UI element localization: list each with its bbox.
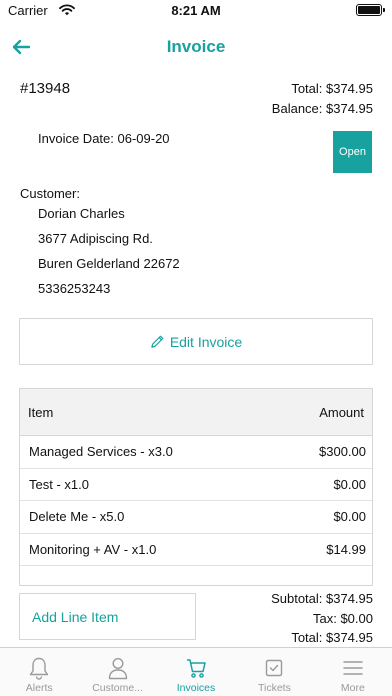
edit-invoice-label: Edit Invoice: [169, 333, 243, 350]
tab-label: Custome...: [92, 682, 143, 694]
tab-invoices[interactable]: Invoices: [157, 648, 235, 696]
item-amount: $0.00: [333, 509, 366, 525]
customer-phone: 5336253243: [38, 281, 111, 296]
summary-tax: Tax: $0.00: [313, 610, 373, 626]
tab-bar: Alerts Custome... Invoices Tickets More: [0, 647, 392, 696]
item-name: Managed Services - x3.0: [29, 444, 173, 460]
battery-icon: [356, 4, 385, 16]
checkbox-icon: [263, 656, 285, 680]
customer-address-line2: Buren Gelderland 22672: [38, 256, 180, 271]
line-items-table: Item Amount Managed Services - x3.0 $300…: [19, 388, 373, 586]
add-line-item-label: Add Line Item: [32, 608, 119, 625]
menu-icon: [342, 656, 364, 680]
column-header-amount: Amount: [319, 404, 364, 420]
tab-label: More: [340, 682, 365, 694]
item-amount: $0.00: [333, 476, 366, 492]
person-icon: [107, 656, 129, 680]
table-row[interactable]: Monitoring + AV - x1.0 $14.99: [20, 534, 372, 566]
table-header: Item Amount: [20, 389, 372, 436]
item-name: Delete Me - x5.0: [29, 509, 125, 525]
summary-total: Total: $374.95: [291, 630, 373, 645]
table-row[interactable]: Test - x1.0 $0.00: [20, 469, 372, 501]
invoice-balance: Balance: $374.95: [271, 101, 373, 116]
pencil-icon: [151, 335, 164, 348]
invoice-date: Invoice Date: 06-09-20: [38, 131, 170, 146]
customer-address-line1: 3677 Adipiscing Rd.: [38, 231, 153, 246]
invoice-status-button[interactable]: Open: [333, 131, 372, 173]
invoice-summary: Subtotal: $374.95 Tax: $0.00 Total: $374…: [271, 589, 373, 648]
summary-subtotal: Subtotal: $374.95: [271, 591, 373, 606]
tab-label: Invoices: [176, 682, 216, 694]
column-header-item: Item: [28, 404, 54, 420]
tab-label: Tickets: [257, 682, 291, 694]
table-row[interactable]: Delete Me - x5.0 $0.00: [20, 501, 372, 534]
add-line-item-button[interactable]: Add Line Item: [19, 593, 196, 640]
customer-label: Customer:: [20, 186, 80, 201]
status-bar: Carrier 8:21 AM: [0, 0, 392, 22]
item-name: Test - x1.0: [29, 476, 89, 492]
invoice-number: #13948: [20, 80, 71, 97]
item-name: Monitoring + AV - x1.0: [29, 541, 157, 557]
page-title: Invoice: [166, 37, 226, 56]
tab-label: Alerts: [25, 682, 53, 694]
table-row[interactable]: Managed Services - x3.0 $300.00: [20, 436, 372, 469]
tab-customers[interactable]: Custome...: [78, 648, 156, 696]
tab-tickets[interactable]: Tickets: [235, 648, 313, 696]
item-amount: $300.00: [319, 444, 366, 460]
status-time: 8:21 AM: [171, 3, 221, 18]
item-amount: $14.99: [326, 541, 366, 557]
nav-bar: Invoice: [0, 26, 392, 70]
cart-icon: [185, 656, 207, 680]
edit-invoice-button[interactable]: Edit Invoice: [19, 318, 373, 365]
tab-alerts[interactable]: Alerts: [0, 648, 78, 696]
bell-icon: [28, 656, 50, 680]
invoice-totals: Total: $374.95 Balance: $374.95: [272, 79, 373, 119]
customer-name: Dorian Charles: [38, 206, 125, 221]
tab-more[interactable]: More: [314, 648, 392, 696]
invoice-total: Total: $374.95: [291, 81, 373, 96]
